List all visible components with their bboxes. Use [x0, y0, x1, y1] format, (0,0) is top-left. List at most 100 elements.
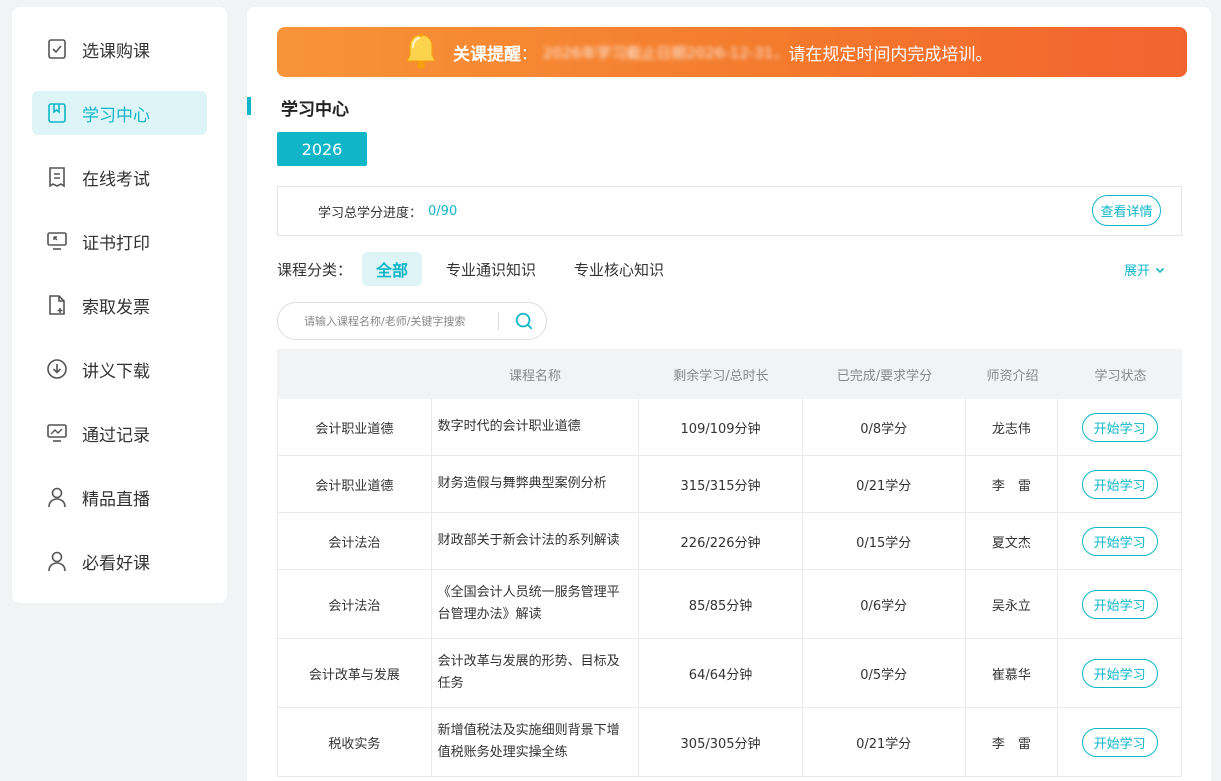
- sidebar-item-online-exam[interactable]: 在线考试: [32, 155, 207, 199]
- start-study-button[interactable]: 开始学习: [1081, 658, 1158, 688]
- category-all[interactable]: 全部: [362, 252, 423, 286]
- notice-colon: ：: [521, 44, 538, 63]
- cell-status: 开始学习: [1058, 513, 1181, 569]
- table-row: 会计职业道德 数字时代的会计职业道德 109/109分钟 0/8学分 龙志伟 开…: [277, 399, 1182, 456]
- chart-icon: [46, 422, 68, 444]
- sidebar-item-label: 学习中心: [82, 105, 150, 126]
- sidebar-item-invoice[interactable]: 索取发票: [32, 283, 207, 327]
- cell-time: 226/226分钟: [639, 513, 803, 569]
- category-filter: 课程分类： 全部 专业通识知识 专业核心知识 展开: [277, 252, 1182, 286]
- cell-category: 会计法治: [278, 570, 432, 638]
- cell-time: 85/85分钟: [639, 570, 803, 638]
- sidebar-item-label: 选课购课: [82, 41, 150, 62]
- category-label: 课程分类：: [277, 260, 353, 279]
- search-input[interactable]: [304, 314, 504, 328]
- cell-time: 305/305分钟: [639, 708, 803, 776]
- credit-progress: 学习总学分进度： 0/90 查看详情: [277, 186, 1182, 236]
- sidebar-item-label: 精品直播: [82, 489, 150, 510]
- notice-title: 关课提醒: [453, 44, 521, 65]
- expand-toggle[interactable]: 展开: [1124, 260, 1166, 279]
- cell-credit: 0/21学分: [803, 708, 966, 776]
- notice-text: 请在规定时间内完成培训。: [788, 44, 993, 65]
- section-marker: [247, 97, 251, 115]
- header-status: 学习状态: [1094, 368, 1147, 384]
- cell-category: 会计职业道德: [278, 399, 432, 455]
- sidebar: 选课购课 学习中心 在线考试 证书打印 索取发票 讲义下载 通过记录 精品直播 …: [12, 7, 227, 603]
- sidebar-item-pass-record[interactable]: 通过记录: [32, 411, 207, 455]
- course-table: 课程名称 剩余学习/总时长 已完成/要求学分 师资介绍 学习状态 会计职业道德 …: [277, 349, 1182, 777]
- cell-credit: 0/5学分: [803, 639, 966, 707]
- expand-label: 展开: [1123, 264, 1150, 279]
- search-icon[interactable]: [513, 310, 535, 332]
- start-study-button[interactable]: 开始学习: [1081, 727, 1158, 757]
- sidebar-item-course-select[interactable]: 选课购课: [32, 27, 207, 71]
- header-teacher: 师资介绍: [986, 368, 1039, 384]
- table-row: 会计法治 财政部关于新会计法的系列解读 226/226分钟 0/15学分 夏文杰…: [277, 513, 1182, 570]
- cell-teacher: 龙志伟: [966, 399, 1059, 455]
- sidebar-item-handout-download[interactable]: 讲义下载: [32, 347, 207, 391]
- table-row: 会计法治 《全国会计人员统一服务管理平台管理办法》解读 85/85分钟 0/6学…: [277, 570, 1182, 639]
- header-credit: 已完成/要求学分: [836, 368, 933, 384]
- cell-time: 109/109分钟: [639, 399, 803, 455]
- book-icon: [46, 102, 68, 124]
- cell-course-name: 财务造假与舞弊典型案例分析: [432, 456, 640, 512]
- notice-banner: 关课提醒 ： 2026年学习截止日期2026-12-31， 请在规定时间内完成培…: [277, 27, 1187, 77]
- cell-category: 会计职业道德: [278, 456, 432, 512]
- chevron-down-icon: [1155, 267, 1165, 273]
- start-study-button[interactable]: 开始学习: [1081, 412, 1158, 442]
- sidebar-item-label: 必看好课: [82, 553, 150, 574]
- header-time: 剩余学习/总时长: [673, 368, 769, 384]
- category-general[interactable]: 专业通识知识: [432, 252, 550, 286]
- exam-icon: [46, 166, 68, 188]
- monitor-icon: [46, 230, 68, 252]
- sidebar-item-study-center[interactable]: 学习中心: [32, 91, 207, 135]
- main-panel: 关课提醒 ： 2026年学习截止日期2026-12-31， 请在规定时间内完成培…: [247, 7, 1211, 781]
- invoice-icon: [46, 294, 68, 316]
- cell-time: 315/315分钟: [639, 456, 803, 512]
- cell-status: 开始学习: [1058, 639, 1181, 707]
- cell-course-name: 新增值税法及实施细则背景下增值税账务处理实操全练: [432, 708, 640, 776]
- search-divider: [498, 312, 499, 330]
- cell-teacher: 吴永立: [966, 570, 1059, 638]
- cell-status: 开始学习: [1058, 456, 1181, 512]
- sidebar-item-certificate-print[interactable]: 证书打印: [32, 219, 207, 263]
- table-header: 课程名称 剩余学习/总时长 已完成/要求学分 师资介绍 学习状态: [277, 349, 1182, 399]
- progress-value: 0/90: [428, 203, 458, 219]
- cell-category: 会计改革与发展: [278, 639, 432, 707]
- cell-course-name: 《全国会计人员统一服务管理平台管理办法》解读: [432, 570, 640, 638]
- view-detail-button[interactable]: 查看详情: [1092, 195, 1161, 226]
- cell-credit: 0/8学分: [803, 399, 966, 455]
- notice-blurred-text: 2026年学习截止日期2026-12-31，: [543, 43, 789, 62]
- sidebar-item-label: 证书打印: [82, 233, 150, 254]
- category-core[interactable]: 专业核心知识: [560, 252, 678, 286]
- start-study-button[interactable]: 开始学习: [1081, 526, 1158, 556]
- cell-category: 会计法治: [278, 513, 432, 569]
- sidebar-item-label: 索取发票: [82, 297, 150, 318]
- cell-status: 开始学习: [1058, 708, 1181, 776]
- progress-label: 学习总学分进度：: [318, 205, 423, 221]
- checkbox-icon: [46, 38, 68, 60]
- cell-time: 64/64分钟: [639, 639, 803, 707]
- cell-credit: 0/21学分: [803, 456, 966, 512]
- header-course-name: 课程名称: [508, 368, 561, 384]
- sidebar-item-label: 在线考试: [82, 169, 150, 190]
- user-icon: [46, 486, 68, 508]
- cell-credit: 0/6学分: [803, 570, 966, 638]
- sidebar-item-live[interactable]: 精品直播: [32, 475, 207, 519]
- header-category: [277, 349, 431, 399]
- cell-course-name: 数字时代的会计职业道德: [432, 399, 640, 455]
- bell-icon: [406, 33, 436, 69]
- cell-category: 税收实务: [278, 708, 432, 776]
- start-study-button[interactable]: 开始学习: [1081, 589, 1158, 619]
- download-icon: [46, 358, 68, 380]
- cell-teacher: 李 雷: [966, 708, 1059, 776]
- page-title: 学习中心: [281, 100, 349, 120]
- start-study-button[interactable]: 开始学习: [1081, 469, 1158, 499]
- search-box: [277, 302, 547, 340]
- sidebar-item-must-watch[interactable]: 必看好课: [32, 539, 207, 583]
- year-tab[interactable]: 2026: [277, 132, 367, 166]
- table-row: 会计改革与发展 会计改革与发展的形势、目标及任务 64/64分钟 0/5学分 崔…: [277, 639, 1182, 708]
- cell-teacher: 李 雷: [966, 456, 1059, 512]
- cell-credit: 0/15学分: [803, 513, 966, 569]
- cell-status: 开始学习: [1058, 570, 1181, 638]
